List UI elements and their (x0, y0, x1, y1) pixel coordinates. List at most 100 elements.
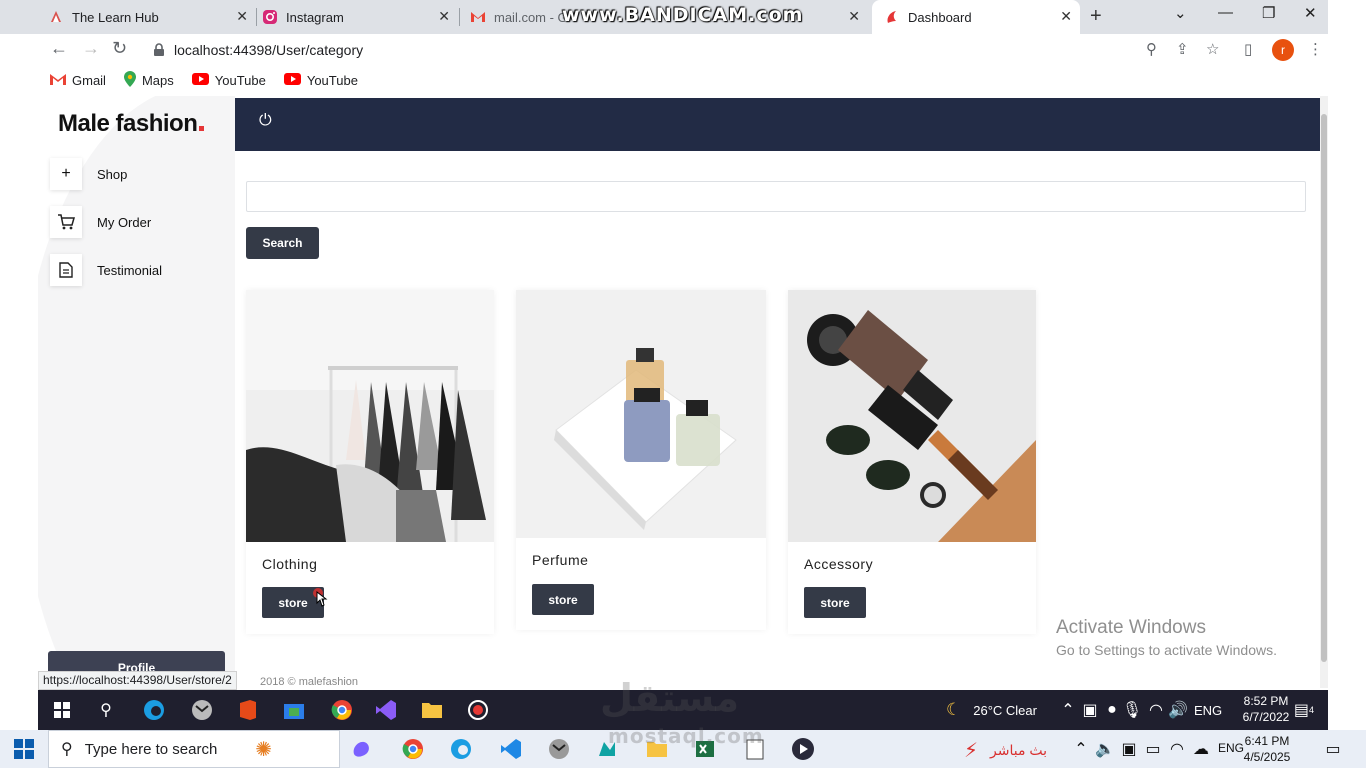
forward-icon[interactable]: → (82, 38, 100, 59)
search-highlight-icon: ✺ (255, 738, 273, 761)
store-button-accessory[interactable]: store (804, 587, 866, 618)
mouse-cursor-icon (313, 588, 328, 607)
kebab-menu-icon[interactable]: ⋮ (1308, 40, 1323, 58)
avatar[interactable]: r (1272, 39, 1294, 61)
side-panel-icon[interactable]: ▯ (1244, 40, 1252, 58)
sidebar-item-my-order[interactable]: My Order (50, 206, 151, 238)
bookmarks-bar: Gmail Maps YouTube YouTube (0, 66, 1328, 94)
bookmark-youtube-2[interactable]: YouTube (283, 72, 358, 88)
bookmark-gmail[interactable]: Gmail (50, 73, 106, 88)
zoom-icon[interactable]: ⚲ (1146, 40, 1157, 58)
youtube-icon (283, 72, 301, 88)
search-button[interactable]: Search (246, 227, 319, 259)
sidebar: Male fashion + Shop My Order Testimonial… (38, 96, 235, 688)
chrome-icon[interactable] (400, 736, 426, 762)
gmail-icon (50, 73, 66, 88)
store-button-perfume[interactable]: store (532, 584, 594, 615)
page-scrollbar[interactable] (1320, 96, 1328, 688)
app-icon[interactable] (546, 736, 572, 762)
cloud-icon[interactable]: ☁ (1188, 736, 1214, 762)
weather-widget[interactable]: ☾ 26°C Clear (946, 690, 1037, 730)
notifications-icon[interactable]: ▤ 4 (1292, 698, 1316, 722)
chevron-up-icon[interactable]: ⌃ (1068, 736, 1094, 762)
app-icon[interactable] (190, 698, 214, 722)
microphone-icon[interactable]: 🎙 (1120, 698, 1144, 722)
logo-dot (199, 126, 205, 131)
share-icon[interactable]: ⇪ (1176, 40, 1189, 58)
volume-icon[interactable]: 🔊 (1166, 698, 1190, 722)
tab-learn-hub[interactable]: The Learn Hub ✕ (48, 0, 256, 34)
category-card-clothing: Clothing store (246, 290, 494, 634)
record-icon[interactable] (466, 698, 490, 722)
power-icon[interactable]: ⏻ (259, 112, 272, 130)
scrollbar-thumb[interactable] (1321, 114, 1327, 662)
back-icon[interactable]: ← (50, 38, 68, 59)
sidebar-item-testimonial[interactable]: Testimonial (50, 254, 162, 286)
category-card-perfume: Perfume store (516, 290, 766, 630)
bookmark-youtube-1[interactable]: YouTube (191, 72, 266, 88)
category-card-accessory: Accessory store (788, 290, 1036, 634)
bookmark-star-icon[interactable]: ☆ (1206, 40, 1219, 58)
restore-icon[interactable]: ❐ (1262, 4, 1275, 22)
bookmark-maps[interactable]: Maps (123, 70, 174, 90)
reload-icon[interactable]: ↻ (112, 38, 127, 59)
address-bar[interactable]: localhost:44398/User/category (140, 36, 1180, 64)
minimize-icon[interactable]: — (1218, 4, 1233, 21)
tab-title: Dashboard (908, 9, 972, 25)
windows-start-icon[interactable] (14, 739, 34, 759)
edge-icon[interactable] (142, 698, 166, 722)
dashboard-icon (884, 9, 900, 25)
windows-start-icon[interactable] (50, 698, 74, 722)
media-player-icon[interactable] (790, 736, 816, 762)
taskbar-search-box[interactable]: ⚲ Type here to search ✺ (48, 730, 340, 768)
language-indicator[interactable]: ENG (1194, 690, 1222, 730)
chevron-up-icon[interactable]: ⌃ (1056, 698, 1080, 722)
close-icon[interactable]: ✕ (1060, 8, 1072, 25)
edge-icon[interactable] (448, 736, 474, 762)
category-name: Perfume (532, 552, 589, 568)
search-icon[interactable]: ⚲ (94, 698, 118, 722)
learnhub-icon (48, 9, 64, 25)
close-icon[interactable]: ✕ (236, 8, 248, 25)
clock[interactable]: 6:41 PM 4/5/2025 (1232, 733, 1302, 765)
new-tab-icon[interactable]: + (1090, 5, 1102, 28)
sidebar-item-label: My Order (97, 214, 152, 230)
instagram-icon (262, 9, 278, 25)
web-page: Male fashion + Shop My Order Testimonial… (38, 96, 1320, 688)
store-app-icon[interactable] (282, 698, 306, 722)
meet-icon[interactable]: ▣ (1078, 698, 1102, 722)
tab-title: Instagram (286, 9, 344, 25)
visual-studio-icon[interactable] (374, 698, 398, 722)
close-icon[interactable]: ✕ (848, 8, 860, 25)
live-stream-button[interactable]: ⚡ بث مباشر (964, 738, 1047, 763)
browser-toolbar: ← → ↻ localhost:44398/User/category ⚲ ⇪ … (0, 34, 1328, 66)
close-window-icon[interactable]: ✕ (1304, 4, 1317, 22)
wifi-icon[interactable]: ◠ (1144, 698, 1168, 722)
site-watermark-latin: mostaql.com (608, 724, 764, 748)
chevron-down-icon[interactable]: ⌄ (1174, 4, 1187, 22)
activate-windows-notice: Activate Windows Go to Settings to activ… (1056, 617, 1277, 658)
volume-icon[interactable]: 🔈 (1092, 736, 1118, 762)
notifications-icon[interactable]: ▭ (1320, 736, 1346, 762)
category-name: Accessory (804, 556, 874, 572)
close-icon[interactable]: ✕ (438, 8, 450, 25)
moon-icon: ☾ (946, 700, 962, 719)
tab-instagram[interactable]: Instagram ✕ (262, 0, 458, 34)
category-name: Clothing (262, 556, 318, 572)
site-logo[interactable]: Male fashion (58, 110, 205, 138)
meet-icon[interactable]: ▣ (1116, 736, 1142, 762)
file-explorer-icon[interactable] (420, 698, 444, 722)
copilot-icon[interactable] (348, 736, 374, 762)
office-icon[interactable] (236, 698, 260, 722)
maps-pin-icon (123, 70, 136, 90)
search-input[interactable] (246, 181, 1306, 212)
battery-icon[interactable]: ▭ (1140, 736, 1166, 762)
chrome-icon[interactable] (330, 698, 354, 722)
sidebar-item-shop[interactable]: + Shop (50, 158, 127, 190)
vscode-icon[interactable] (498, 736, 524, 762)
accessory-image (788, 290, 1036, 542)
cart-icon (50, 206, 82, 238)
gmail-icon (470, 9, 486, 25)
tab-dashboard[interactable]: Dashboard ✕ (872, 0, 1080, 34)
wifi-icon[interactable]: ◠ (1164, 736, 1190, 762)
